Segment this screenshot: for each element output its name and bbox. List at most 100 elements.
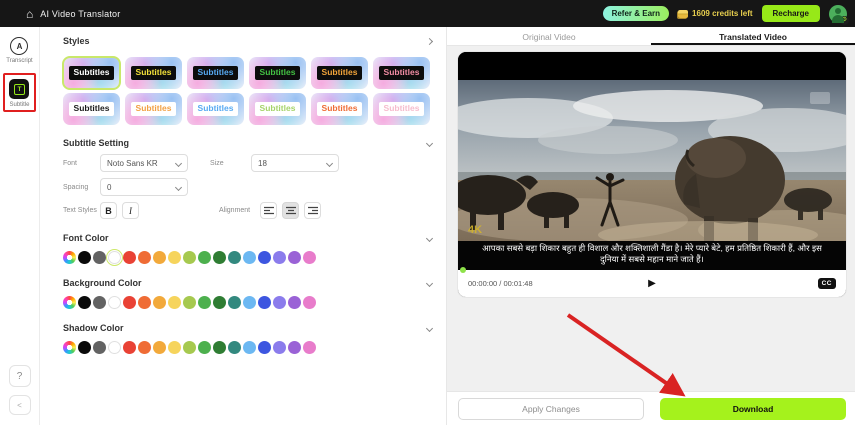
color-swatch[interactable] — [138, 341, 151, 354]
style-thumbnail-label: Subtitles — [316, 102, 363, 116]
size-select[interactable]: 18 — [251, 154, 339, 172]
color-swatch[interactable] — [198, 296, 211, 309]
color-swatch[interactable] — [183, 251, 196, 264]
color-swatch[interactable] — [93, 341, 106, 354]
color-swatch[interactable] — [168, 251, 181, 264]
color-swatch[interactable] — [153, 296, 166, 309]
color-swatch[interactable] — [183, 296, 196, 309]
help-button[interactable]: ? — [8, 365, 31, 387]
shadow-color-header[interactable]: Shadow Color — [63, 323, 434, 333]
custom-color-picker-swatch[interactable] — [63, 251, 76, 264]
download-button[interactable]: Download — [660, 397, 846, 420]
color-swatch[interactable] — [243, 296, 256, 309]
style-thumbnail[interactable]: Subtitles — [249, 57, 306, 89]
font-color-header[interactable]: Font Color — [63, 233, 434, 243]
align-right-button[interactable] — [304, 202, 321, 219]
play-button[interactable]: ▶ — [648, 278, 656, 289]
style-thumbnail-label: Subtitles — [192, 102, 239, 116]
font-select[interactable]: Noto Sans KR — [100, 154, 188, 172]
color-swatch[interactable] — [108, 296, 121, 309]
color-swatch[interactable] — [258, 251, 271, 264]
color-swatch[interactable] — [198, 341, 211, 354]
align-center-button[interactable] — [282, 202, 299, 219]
style-thumbnail[interactable]: Subtitles — [187, 93, 244, 125]
sidebar-item-subtitle[interactable]: T Subtitle — [9, 79, 30, 108]
color-swatch[interactable] — [78, 341, 91, 354]
tab-original-video[interactable]: Original Video — [447, 27, 651, 45]
style-thumbnail[interactable]: Subtitles — [373, 93, 430, 125]
color-swatch[interactable] — [183, 341, 196, 354]
color-swatch[interactable] — [288, 251, 301, 264]
style-thumbnail[interactable]: Subtitles — [249, 93, 306, 125]
style-thumbnail[interactable]: Subtitles — [63, 93, 120, 125]
color-swatch[interactable] — [123, 251, 136, 264]
color-swatch[interactable] — [303, 341, 316, 354]
color-swatch[interactable] — [93, 296, 106, 309]
apply-changes-button[interactable]: Apply Changes — [458, 397, 644, 420]
color-swatch[interactable] — [93, 251, 106, 264]
custom-color-picker-swatch[interactable] — [63, 341, 76, 354]
sidebar-item-transcript[interactable]: A Transcript — [6, 37, 33, 64]
color-swatch[interactable] — [168, 296, 181, 309]
style-thumbnail[interactable]: Subtitles — [125, 57, 182, 89]
size-select-value: 18 — [258, 158, 267, 168]
style-thumbnail[interactable]: Subtitles — [373, 57, 430, 89]
video-tabs: Original Video Translated Video — [447, 27, 855, 46]
color-swatch[interactable] — [228, 251, 241, 264]
seek-position-dot[interactable] — [460, 267, 466, 273]
bold-button[interactable]: B — [100, 202, 117, 219]
color-swatch[interactable] — [273, 296, 286, 309]
color-swatch[interactable] — [288, 296, 301, 309]
style-thumbnail[interactable]: Subtitles — [311, 57, 368, 89]
color-swatch[interactable] — [303, 251, 316, 264]
color-swatch[interactable] — [273, 251, 286, 264]
style-thumbnail[interactable]: Subtitles — [125, 93, 182, 125]
color-swatch[interactable] — [78, 296, 91, 309]
tab-translated-video[interactable]: Translated Video — [651, 27, 855, 45]
subtitle-setting-header[interactable]: Subtitle Setting — [63, 138, 434, 148]
recharge-button[interactable]: Recharge — [761, 5, 820, 22]
color-swatch[interactable] — [108, 341, 121, 354]
color-swatch[interactable] — [106, 249, 123, 266]
text-styles-label: Text Styles — [63, 207, 97, 214]
color-swatch[interactable] — [168, 341, 181, 354]
style-thumbnail[interactable]: Subtitles — [311, 93, 368, 125]
styles-section-header[interactable]: Styles — [63, 36, 434, 46]
spacing-select[interactable]: 0 — [100, 178, 188, 196]
color-swatch[interactable] — [243, 341, 256, 354]
color-swatch[interactable] — [258, 296, 271, 309]
color-swatch[interactable] — [138, 251, 151, 264]
color-swatch[interactable] — [213, 341, 226, 354]
color-swatch[interactable] — [153, 251, 166, 264]
home-icon[interactable]: ⌂ — [26, 8, 33, 20]
video-player[interactable]: 4K आपका सबसे बड़ा शिकार बहुत ही विशाल और… — [458, 52, 846, 297]
style-thumbnail[interactable]: Subtitles — [187, 57, 244, 89]
color-swatch[interactable] — [303, 296, 316, 309]
color-swatch[interactable] — [123, 296, 136, 309]
color-swatch[interactable] — [123, 341, 136, 354]
align-left-button[interactable] — [260, 202, 277, 219]
color-swatch[interactable] — [273, 341, 286, 354]
color-swatch[interactable] — [258, 341, 271, 354]
color-swatch[interactable] — [138, 296, 151, 309]
color-swatch[interactable] — [288, 341, 301, 354]
refer-earn-button[interactable]: Refer & Earn — [602, 6, 670, 21]
color-swatch[interactable] — [213, 296, 226, 309]
color-swatch[interactable] — [153, 341, 166, 354]
sidebar-item-label: Subtitle — [9, 102, 30, 108]
italic-button[interactable]: I — [122, 202, 139, 219]
color-swatch[interactable] — [243, 251, 256, 264]
cc-button[interactable]: CC — [817, 278, 836, 289]
color-swatch[interactable] — [78, 251, 91, 264]
style-thumbnail[interactable]: Subtitles — [62, 56, 121, 90]
color-swatch[interactable] — [213, 251, 226, 264]
background-color-header[interactable]: Background Color — [63, 278, 434, 288]
user-avatar[interactable]: ⚙ — [829, 4, 849, 25]
color-swatch[interactable] — [228, 341, 241, 354]
collapse-sidebar-button[interactable]: < — [8, 395, 31, 415]
alignment-label: Alignment — [219, 207, 251, 214]
color-swatch[interactable] — [198, 251, 211, 264]
color-swatch[interactable] — [228, 296, 241, 309]
custom-color-picker-swatch[interactable] — [63, 296, 76, 309]
translated-subtitle-text: आपका सबसे बड़ा शिकार बहुत ही विशाल और शक… — [458, 241, 846, 270]
